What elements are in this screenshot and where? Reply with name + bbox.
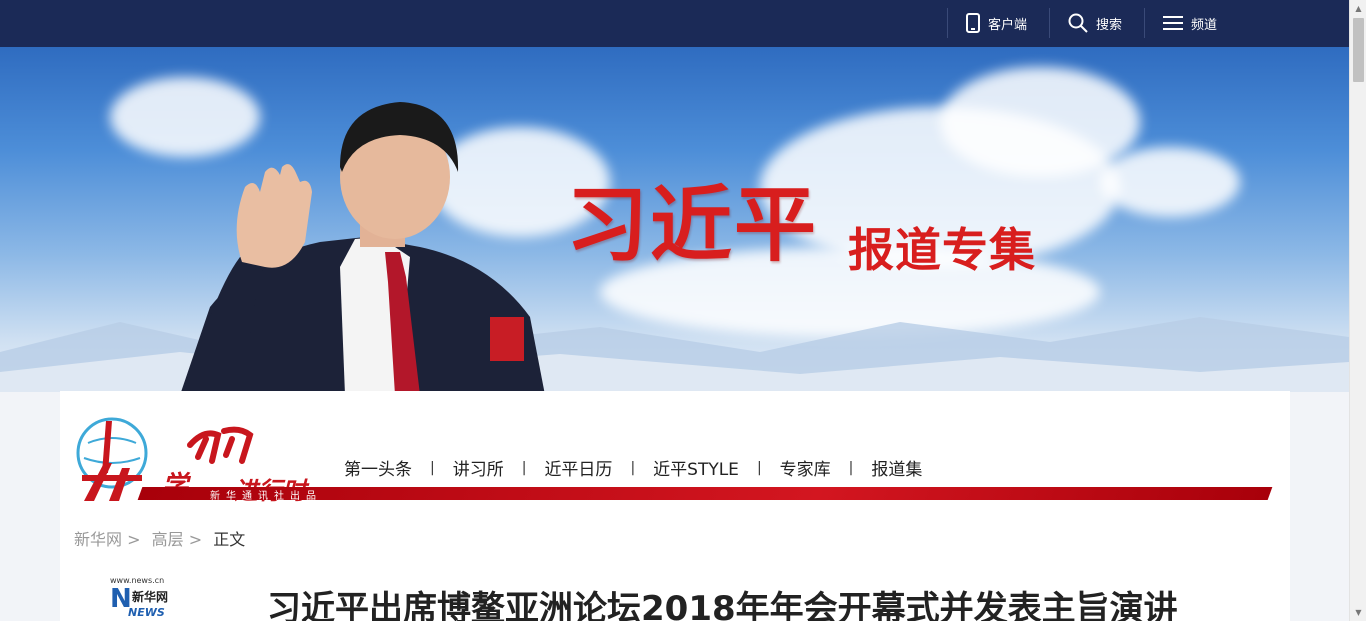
banner-title: 习近平 (566, 178, 819, 273)
channel-toutiao[interactable]: 第一头条 (344, 455, 412, 480)
menu-icon (1162, 16, 1183, 30)
client-app-link[interactable]: 客户端 (946, 8, 1049, 38)
channel-style[interactable]: 近平STYLE (653, 455, 739, 480)
page-scrollbar[interactable]: ▲ ▼ (1349, 0, 1366, 621)
xinhua-news-logo: www.news.cn N 新华网 NEWS (110, 576, 190, 621)
client-app-label: 客户端 (987, 17, 1027, 33)
top-nav: 客户端 搜索 频道 (946, 8, 1239, 38)
channel-reports[interactable]: 报道集 (871, 455, 922, 480)
article-title: 习近平出席博鳌亚洲论坛2018年年会开幕式并发表主旨演讲 (267, 589, 1178, 621)
channel-menu-link[interactable]: 频道 (1143, 8, 1239, 38)
breadcrumb: 新华网 > 高层 > 正文 (74, 526, 251, 550)
banner-subtitle: 报道专集 (848, 223, 1036, 277)
logo-tagline: 新华通讯社出品 (210, 491, 322, 502)
search-link[interactable]: 搜索 (1048, 8, 1144, 38)
channel-jiangxisuo[interactable]: 讲习所 (453, 455, 504, 480)
news-logo-name: 新华网 (132, 590, 169, 604)
cloud (940, 67, 1140, 177)
cloud (1100, 147, 1240, 217)
nav-separator: | (430, 459, 435, 476)
top-bar: 客户端 搜索 频道 (0, 0, 1349, 47)
content-panel: 学 进行时 新华通讯社出品 第一头条 | 讲习所 | 近平日历 | 近平STYL… (60, 391, 1290, 621)
scroll-down-arrow-icon[interactable]: ▼ (1350, 604, 1366, 621)
breadcrumb-current: 正文 (213, 530, 246, 549)
mobile-icon (965, 13, 980, 33)
breadcrumb-gaoceng[interactable]: 高层 (152, 530, 184, 549)
breadcrumb-home[interactable]: 新华网 (74, 530, 122, 549)
nav-separator: | (521, 459, 527, 476)
channel-calendar[interactable]: 近平日历 (544, 455, 612, 480)
nav-separator: | (848, 459, 854, 476)
channel-nav: 第一头条 | 讲习所 | 近平日历 | 近平STYLE | 专家库 | 报道集 (344, 455, 922, 481)
breadcrumb-separator: > (127, 530, 141, 549)
channel-experts[interactable]: 专家库 (780, 455, 831, 480)
nav-separator: | (756, 459, 762, 476)
scroll-thumb[interactable] (1353, 18, 1364, 82)
news-logo-news: NEWS (128, 606, 165, 619)
breadcrumb-separator: > (188, 530, 203, 549)
leader-portrait (181, 102, 545, 392)
logo-brush-xi-icon (187, 426, 254, 464)
search-label: 搜索 (1095, 17, 1122, 33)
search-icon (1068, 13, 1088, 33)
banner: 习近平 报道专集 (0, 47, 1349, 392)
scroll-up-arrow-icon[interactable]: ▲ (1350, 0, 1366, 17)
nav-separator: | (630, 459, 636, 476)
channel-menu-label: 频道 (1190, 17, 1217, 33)
